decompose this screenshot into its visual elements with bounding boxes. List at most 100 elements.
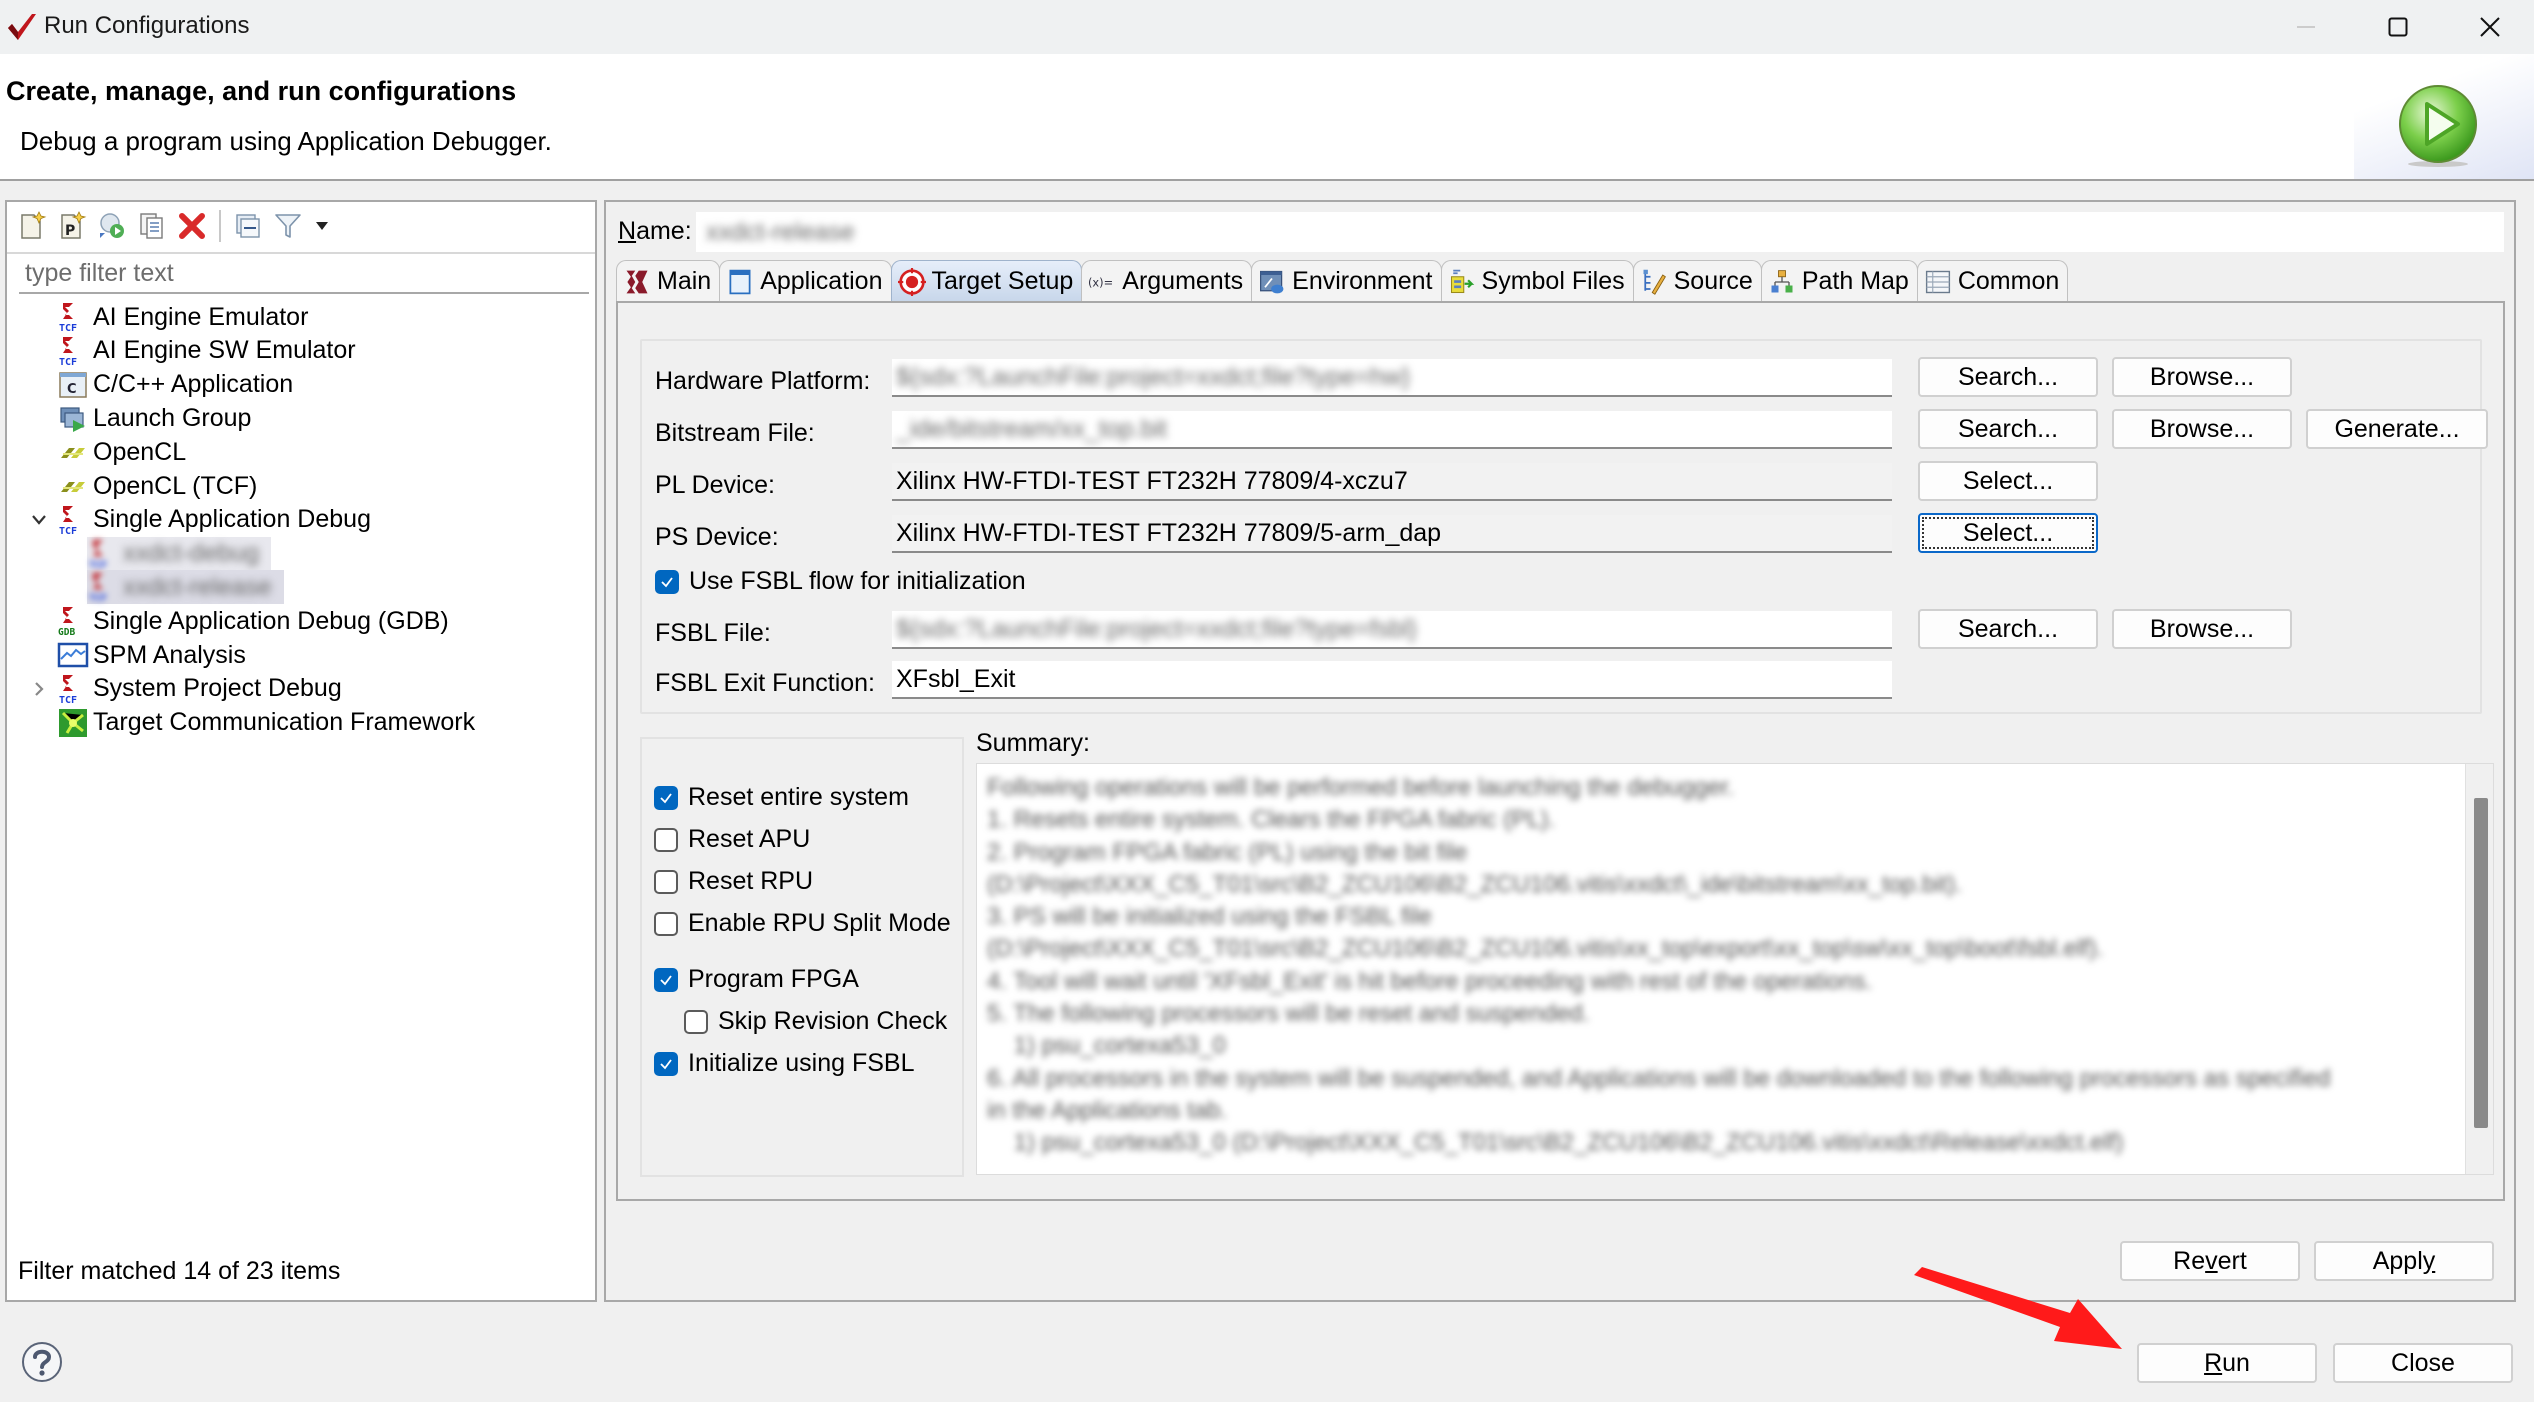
environment-icon bbox=[1258, 268, 1286, 296]
tree-item-configuration[interactable]: TCF xxdct-release bbox=[87, 570, 284, 605]
xilinx-tcf-icon: TCF bbox=[57, 301, 89, 334]
duplicate-icon bbox=[140, 213, 163, 239]
option-program-fpga-checkbox[interactable]: Program FPGA bbox=[654, 965, 859, 994]
filter-input[interactable] bbox=[19, 254, 589, 294]
collapse-all-button[interactable] bbox=[231, 209, 265, 243]
maximize-button[interactable] bbox=[2352, 0, 2444, 54]
option-reset-apu-checkbox[interactable]: Reset APU bbox=[654, 825, 810, 854]
tab-path-map[interactable]: Path Map bbox=[1760, 260, 1918, 302]
ps-device-select-button[interactable]: Select... bbox=[1918, 513, 2098, 553]
tree-item-config-type[interactable]: SPM Analysis bbox=[57, 638, 246, 672]
fsbl-browse-button[interactable]: Browse... bbox=[2112, 609, 2292, 649]
tab-arguments[interactable]: (x)= Arguments bbox=[1081, 260, 1253, 302]
close-window-button[interactable] bbox=[2444, 0, 2534, 54]
launch-group-icon bbox=[57, 402, 89, 434]
tree-item-config-type[interactable]: Target Communication Framework bbox=[57, 706, 475, 740]
tab-application[interactable]: Application bbox=[719, 260, 892, 302]
ps-device-field[interactable]: Xilinx HW-FTDI-TEST FT232H 77809/5-arm_d… bbox=[892, 515, 1892, 553]
delete-configuration-button[interactable] bbox=[175, 209, 209, 243]
tab-symbol-files[interactable]: Symbol Files bbox=[1440, 260, 1634, 302]
bitstream-search-button[interactable]: Search... bbox=[1918, 409, 2098, 449]
tree-item-config-type[interactable]: Launch Group bbox=[57, 401, 251, 435]
bitstream-file-label: Bitstream File: bbox=[655, 419, 815, 447]
summary-scrollbar[interactable] bbox=[2465, 764, 2493, 1174]
checkbox-box bbox=[654, 785, 678, 810]
option-initialize-using-fsbl-checkbox[interactable]: Initialize using FSBL bbox=[654, 1049, 915, 1078]
fsbl-file-label: FSBL File: bbox=[655, 619, 771, 647]
summary-scrollbar-thumb[interactable] bbox=[2474, 798, 2488, 1128]
option-reset-entire-system-checkbox[interactable]: Reset entire system bbox=[654, 783, 909, 812]
tcf-icon bbox=[57, 707, 89, 739]
option-reset-rpu-checkbox[interactable]: Reset RPU bbox=[654, 867, 813, 896]
option-label: Enable RPU Split Mode bbox=[688, 909, 951, 937]
tab-label: Path Map bbox=[1801, 267, 1909, 295]
run-button[interactable]: Run bbox=[2137, 1343, 2317, 1383]
checkbox-box bbox=[654, 827, 678, 852]
export-configuration-button[interactable] bbox=[95, 209, 129, 243]
use-fsbl-flow-checkbox[interactable]: Use FSBL flow for initialization bbox=[655, 567, 1026, 596]
tab-main[interactable]: Main bbox=[616, 260, 721, 302]
bitstream-file-field[interactable]: _ide/bitstream/xx_top.bit bbox=[892, 411, 1892, 449]
tree-item-config-type[interactable]: TCF Single Application Debug bbox=[32, 503, 371, 537]
hardware-platform-browse-button[interactable]: Browse... bbox=[2112, 357, 2292, 397]
check-icon bbox=[660, 792, 672, 803]
tree-item-label: SPM Analysis bbox=[93, 640, 246, 669]
tab-source[interactable]: Source bbox=[1632, 260, 1762, 302]
new-prototype-button[interactable]: P bbox=[55, 209, 89, 243]
view-menu-button[interactable] bbox=[311, 209, 333, 243]
option-label: Initialize using FSBL bbox=[688, 1049, 915, 1077]
revert-button[interactable]: Re v ert bbox=[2120, 1241, 2300, 1281]
checkbox-box bbox=[654, 967, 678, 992]
option-skip-revision-check-checkbox[interactable]: Skip Revision Check bbox=[684, 1007, 947, 1036]
filter-icon bbox=[275, 214, 301, 238]
tree-item-config-type[interactable]: TCF AI Engine Emulator bbox=[57, 300, 308, 335]
tree-item-config-type[interactable]: TCF AI Engine SW Emulator bbox=[57, 334, 356, 368]
summary-text-area[interactable]: Following operations will be performed b… bbox=[976, 763, 2494, 1175]
tab-target-setup[interactable]: Target Setup bbox=[890, 260, 1083, 302]
option-label: Skip Revision Check bbox=[718, 1007, 948, 1035]
tree-item-config-type[interactable]: OpenCL (TCF) bbox=[57, 469, 257, 503]
bitstream-generate-button[interactable]: Generate... bbox=[2306, 409, 2488, 449]
hardware-platform-search-button[interactable]: Search... bbox=[1918, 357, 2098, 397]
pl-device-select-button[interactable]: Select... bbox=[1918, 461, 2098, 501]
target-icon bbox=[897, 267, 926, 296]
chevron-right-icon[interactable] bbox=[27, 677, 51, 701]
fsbl-file-value: ${sdx:?LaunchFile:project=xxdct;file?typ… bbox=[896, 614, 1418, 643]
help-icon[interactable] bbox=[20, 1340, 64, 1384]
tab-common[interactable]: Common bbox=[1916, 260, 2069, 302]
minimize-button[interactable] bbox=[2260, 0, 2352, 54]
checkbox-box bbox=[654, 869, 678, 894]
tree-item-label: Single Application Debug (GDB) bbox=[93, 606, 449, 635]
fsbl-search-button[interactable]: Search... bbox=[1918, 609, 2098, 649]
fsbl-exit-function-field[interactable]: XFsbl_Exit bbox=[892, 661, 1892, 699]
pl-device-field[interactable]: Xilinx HW-FTDI-TEST FT232H 77809/4-xczu7 bbox=[892, 463, 1892, 501]
tab-environment[interactable]: Environment bbox=[1251, 260, 1442, 302]
chevron-down-icon[interactable] bbox=[27, 508, 51, 532]
tree-item-config-type[interactable]: OpenCL bbox=[57, 435, 186, 469]
option-enable-rpu-split-mode-checkbox[interactable]: Enable RPU Split Mode bbox=[654, 909, 951, 938]
toolbar-separator bbox=[219, 210, 221, 242]
tree-item-configuration[interactable]: TCF xxdct-debug bbox=[87, 536, 272, 571]
close-button[interactable]: Close bbox=[2333, 1343, 2513, 1383]
new-configuration-button[interactable] bbox=[15, 209, 49, 243]
tree-item-config-type[interactable]: TCF System Project Debug bbox=[35, 672, 342, 706]
svg-text:TCF: TCF bbox=[59, 526, 77, 536]
tree-item-label: Single Application Debug bbox=[93, 505, 371, 534]
opencl-icon bbox=[57, 470, 89, 502]
filter-configurations-button[interactable] bbox=[271, 209, 305, 243]
application-icon bbox=[726, 268, 754, 296]
apply-button[interactable]: Appl y bbox=[2314, 1241, 2494, 1281]
name-field[interactable] bbox=[696, 212, 2504, 252]
svg-text:TCF: TCF bbox=[59, 323, 77, 333]
hardware-platform-field[interactable]: ${sdx:?LaunchFile:project=xxdct;file?typ… bbox=[892, 359, 1892, 397]
tree-item-config-type[interactable]: GDB Single Application Debug (GDB) bbox=[57, 604, 449, 639]
tab-bar: Main Application Target Setup (x)= Arguments… bbox=[616, 260, 2069, 302]
tab-label: Source bbox=[1673, 267, 1753, 295]
check-icon bbox=[660, 1058, 672, 1069]
fsbl-file-field[interactable]: ${sdx:?LaunchFile:project=xxdct;file?typ… bbox=[892, 611, 1892, 649]
bitstream-browse-button[interactable]: Browse... bbox=[2112, 409, 2292, 449]
tree-item-config-type[interactable]: C C/C++ Application bbox=[57, 368, 293, 402]
window-title: Run Configurations bbox=[44, 12, 250, 39]
duplicate-configuration-button[interactable] bbox=[135, 209, 169, 243]
tree-item-label: AI Engine SW Emulator bbox=[93, 336, 356, 365]
